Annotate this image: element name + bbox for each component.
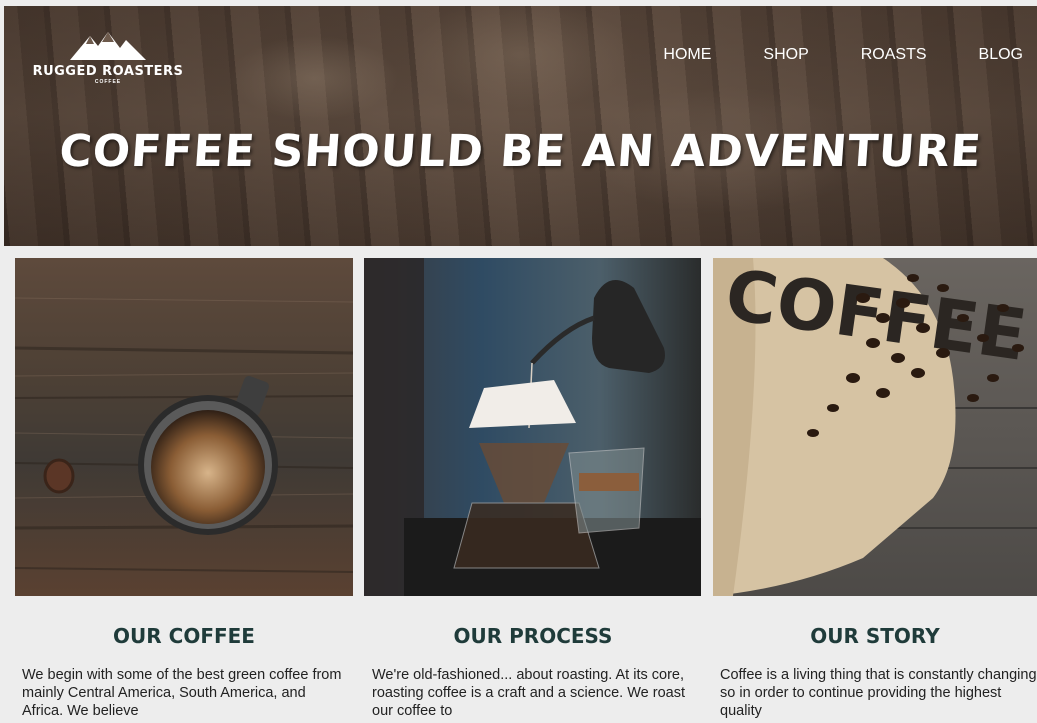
brand-sub: COFFEE [94,79,122,85]
hero-banner: RUGGED ROASTERS COFFEE HOME SHOP ROASTS … [4,6,1037,246]
section-title: OUR PROCESS [453,624,613,648]
mountain-icon [70,32,146,60]
nav-home[interactable]: HOME [663,46,711,64]
section-text: We begin with some of the best green cof… [22,667,342,719]
brand-name: RUGGED ROASTERS [32,64,184,79]
section-title: OUR STORY [810,624,940,648]
section-text: Coffee is a living thing that is constan… [720,667,1037,719]
nav-shop[interactable]: SHOP [763,46,808,64]
hero-headline: COFFEE SHOULD BE AN ADVENTURE [57,126,984,177]
nav-blog[interactable]: BLOG [979,46,1023,64]
coffee-cup-image [15,258,353,596]
section-title: OUR COFFEE [113,624,255,648]
coffee-sack-image: COFFEE [713,258,1037,596]
logo[interactable]: RUGGED ROASTERS COFFEE [26,28,190,98]
section-text: We're old-fashioned... about roasting. A… [372,667,685,719]
main-nav: HOME SHOP ROASTS BLOG [663,46,1023,64]
nav-roasts[interactable]: ROASTS [861,46,927,64]
pour-over-image [364,258,701,596]
